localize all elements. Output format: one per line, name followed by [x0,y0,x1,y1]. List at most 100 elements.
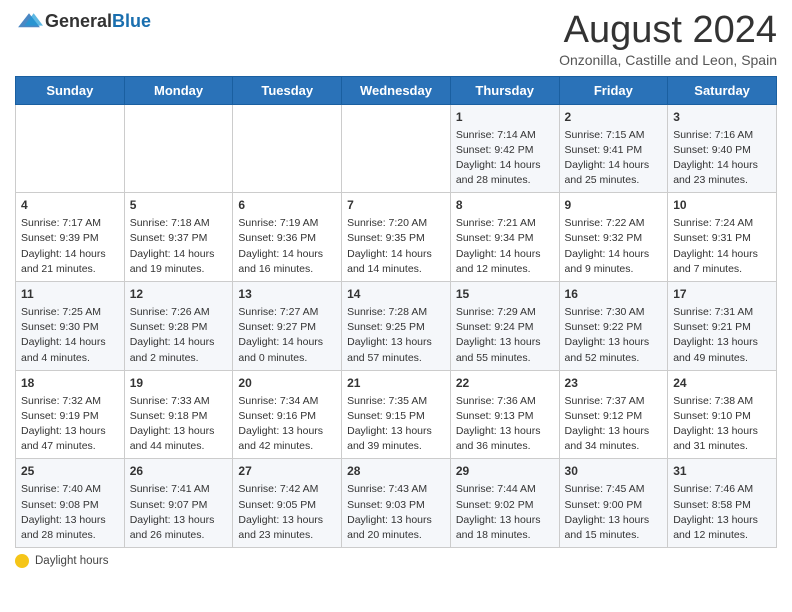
calendar-day-cell: 7Sunrise: 7:20 AM Sunset: 9:35 PM Daylig… [342,193,451,282]
page-header: GeneralBlue August 2024 Onzonilla, Casti… [15,10,777,68]
day-info: Sunrise: 7:29 AM Sunset: 9:24 PM Dayligh… [456,305,554,366]
day-number: 31 [673,463,771,480]
day-info: Sunrise: 7:15 AM Sunset: 9:41 PM Dayligh… [565,128,663,189]
day-number: 20 [238,375,336,392]
day-number: 12 [130,286,228,303]
day-number: 28 [347,463,445,480]
day-info: Sunrise: 7:24 AM Sunset: 9:31 PM Dayligh… [673,216,771,277]
day-number: 5 [130,197,228,214]
day-info: Sunrise: 7:45 AM Sunset: 9:00 PM Dayligh… [565,482,663,543]
calendar-week-row: 25 Sunrise: 7:40 AM Sunset: 9:08 PM Dayli… [16,459,777,548]
logo: GeneralBlue [15,10,151,32]
day-number: 18 [21,375,119,392]
logo-text-blue: Blue [112,11,151,31]
day-info: Sunrise: 7:30 AM Sunset: 9:22 PM Dayligh… [565,305,663,366]
calendar-header-row: SundayMondayTuesdayWednesdayThursdayFrid… [16,76,777,104]
day-info: Sunrise: 7:28 AM Sunset: 9:25 PM Dayligh… [347,305,445,366]
day-of-week-header: Thursday [450,76,559,104]
calendar-day-cell: 28 Sunrise: 7:43 AM Sunset: 9:03 PM Dayli… [342,459,451,548]
calendar-day-cell: 17 Sunrise: 7:31 AM Sunset: 9:21 PM Dayli… [668,282,777,371]
day-info: Sunrise: 7:44 AM Sunset: 9:02 PM Dayligh… [456,482,554,543]
calendar-week-row: 11Sunrise: 7:25 AM Sunset: 9:30 PM Dayli… [16,282,777,371]
calendar-day-cell: 15 Sunrise: 7:29 AM Sunset: 9:24 PM Dayli… [450,282,559,371]
calendar-day-cell: 20 Sunrise: 7:34 AM Sunset: 9:16 PM Dayli… [233,370,342,459]
day-number: 15 [456,286,554,303]
calendar-day-cell: 29 Sunrise: 7:44 AM Sunset: 9:02 PM Dayli… [450,459,559,548]
day-of-week-header: Saturday [668,76,777,104]
calendar-week-row: 4 Sunrise: 7:17 AM Sunset: 9:39 PM Daylig… [16,193,777,282]
sun-icon [15,554,29,568]
calendar-day-cell: 2Sunrise: 7:15 AM Sunset: 9:41 PM Daylig… [559,104,668,193]
day-info: Sunrise: 7:32 AM Sunset: 9:19 PM Dayligh… [21,394,119,455]
day-info: Sunrise: 7:19 AM Sunset: 9:36 PM Dayligh… [238,216,336,277]
day-info: Sunrise: 7:42 AM Sunset: 9:05 PM Dayligh… [238,482,336,543]
calendar-day-cell [233,104,342,193]
day-number: 19 [130,375,228,392]
calendar-day-cell [16,104,125,193]
day-info: Sunrise: 7:38 AM Sunset: 9:10 PM Dayligh… [673,394,771,455]
day-info: Sunrise: 7:41 AM Sunset: 9:07 PM Dayligh… [130,482,228,543]
calendar-day-cell: 12 Sunrise: 7:26 AM Sunset: 9:28 PM Dayli… [124,282,233,371]
day-info: Sunrise: 7:40 AM Sunset: 9:08 PM Dayligh… [21,482,119,543]
calendar-day-cell: 5 Sunrise: 7:18 AM Sunset: 9:37 PM Daylig… [124,193,233,282]
day-number: 14 [347,286,445,303]
day-info: Sunrise: 7:43 AM Sunset: 9:03 PM Dayligh… [347,482,445,543]
day-number: 16 [565,286,663,303]
calendar-day-cell: 19 Sunrise: 7:33 AM Sunset: 9:18 PM Dayli… [124,370,233,459]
day-info: Sunrise: 7:25 AM Sunset: 9:30 PM Dayligh… [21,305,119,366]
calendar-day-cell: 27Sunrise: 7:42 AM Sunset: 9:05 PM Dayli… [233,459,342,548]
day-number: 25 [21,463,119,480]
day-info: Sunrise: 7:46 AM Sunset: 8:58 PM Dayligh… [673,482,771,543]
day-number: 24 [673,375,771,392]
location-subtitle: Onzonilla, Castille and Leon, Spain [559,52,777,68]
day-number: 3 [673,109,771,126]
day-number: 21 [347,375,445,392]
calendar-day-cell: 14 Sunrise: 7:28 AM Sunset: 9:25 PM Dayli… [342,282,451,371]
calendar-day-cell: 16 Sunrise: 7:30 AM Sunset: 9:22 PM Dayli… [559,282,668,371]
day-number: 6 [238,197,336,214]
day-info: Sunrise: 7:27 AM Sunset: 9:27 PM Dayligh… [238,305,336,366]
day-info: Sunrise: 7:34 AM Sunset: 9:16 PM Dayligh… [238,394,336,455]
logo-icon [15,10,43,32]
day-info: Sunrise: 7:36 AM Sunset: 9:13 PM Dayligh… [456,394,554,455]
day-info: Sunrise: 7:18 AM Sunset: 9:37 PM Dayligh… [130,216,228,277]
day-number: 9 [565,197,663,214]
day-number: 22 [456,375,554,392]
day-info: Sunrise: 7:31 AM Sunset: 9:21 PM Dayligh… [673,305,771,366]
day-number: 30 [565,463,663,480]
day-info: Sunrise: 7:21 AM Sunset: 9:34 PM Dayligh… [456,216,554,277]
footer-note: Daylight hours [15,554,777,568]
calendar-day-cell: 24 Sunrise: 7:38 AM Sunset: 9:10 PM Dayli… [668,370,777,459]
calendar-day-cell: 4 Sunrise: 7:17 AM Sunset: 9:39 PM Daylig… [16,193,125,282]
calendar-day-cell: 10 Sunrise: 7:24 AM Sunset: 9:31 PM Dayli… [668,193,777,282]
day-number: 13 [238,286,336,303]
day-info: Sunrise: 7:14 AM Sunset: 9:42 PM Dayligh… [456,128,554,189]
calendar-day-cell: 26Sunrise: 7:41 AM Sunset: 9:07 PM Dayli… [124,459,233,548]
day-number: 23 [565,375,663,392]
day-of-week-header: Tuesday [233,76,342,104]
day-info: Sunrise: 7:17 AM Sunset: 9:39 PM Dayligh… [21,216,119,277]
day-info: Sunrise: 7:16 AM Sunset: 9:40 PM Dayligh… [673,128,771,189]
day-info: Sunrise: 7:37 AM Sunset: 9:12 PM Dayligh… [565,394,663,455]
calendar-day-cell: 11Sunrise: 7:25 AM Sunset: 9:30 PM Dayli… [16,282,125,371]
day-number: 4 [21,197,119,214]
title-area: August 2024 Onzonilla, Castille and Leon… [559,10,777,68]
calendar-day-cell: 9Sunrise: 7:22 AM Sunset: 9:32 PM Daylig… [559,193,668,282]
calendar-day-cell [124,104,233,193]
day-info: Sunrise: 7:26 AM Sunset: 9:28 PM Dayligh… [130,305,228,366]
day-of-week-header: Friday [559,76,668,104]
day-number: 10 [673,197,771,214]
calendar-day-cell: 22 Sunrise: 7:36 AM Sunset: 9:13 PM Dayli… [450,370,559,459]
day-number: 1 [456,109,554,126]
calendar-day-cell: 3 Sunrise: 7:16 AM Sunset: 9:40 PM Daylig… [668,104,777,193]
daylight-label: Daylight hours [35,555,109,567]
day-of-week-header: Sunday [16,76,125,104]
calendar-day-cell: 30 Sunrise: 7:45 AM Sunset: 9:00 PM Dayli… [559,459,668,548]
day-number: 8 [456,197,554,214]
calendar-table: SundayMondayTuesdayWednesdayThursdayFrid… [15,76,777,548]
day-of-week-header: Monday [124,76,233,104]
logo-text-general: General [45,11,112,31]
day-number: 17 [673,286,771,303]
day-info: Sunrise: 7:33 AM Sunset: 9:18 PM Dayligh… [130,394,228,455]
day-number: 29 [456,463,554,480]
